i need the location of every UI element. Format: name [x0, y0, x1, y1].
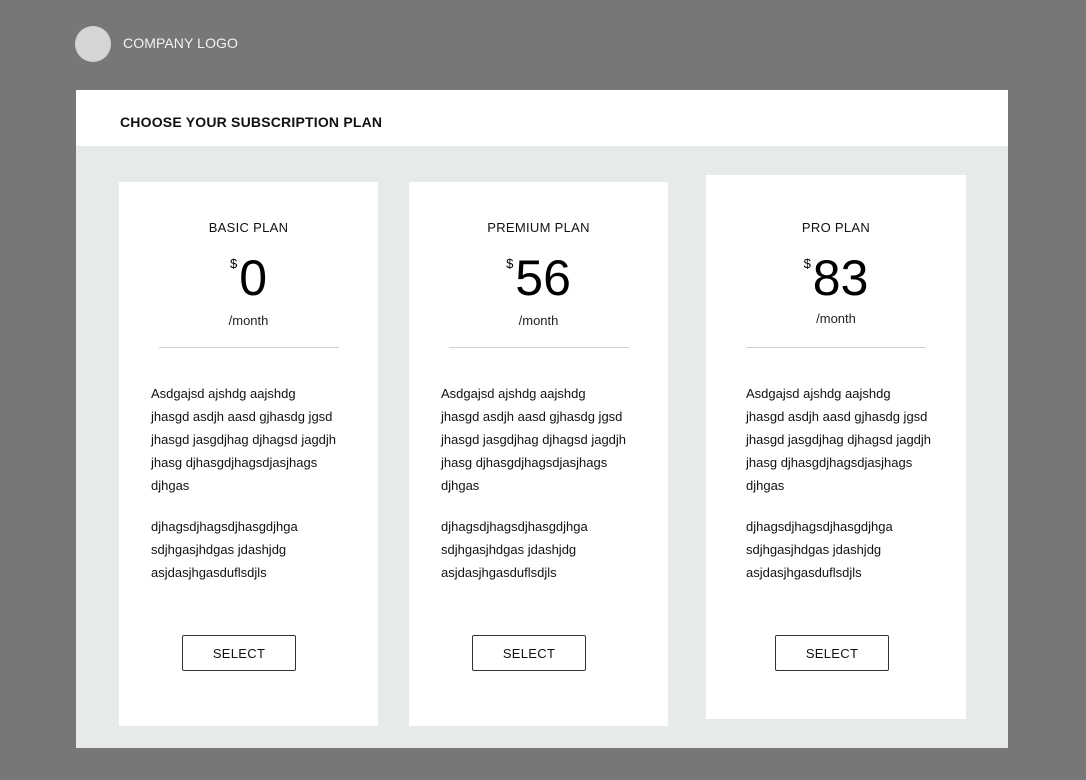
plan-name: BASIC PLAN	[208, 220, 289, 235]
plan-description: Asdgajsd ajshdg aajshdg jhasgd asdjh aas…	[441, 386, 627, 493]
price-amount: 0	[239, 250, 268, 306]
currency-symbol: $	[803, 256, 811, 271]
plan-description: Asdgajsd ajshdg aajshdg jhasgd asdjh aas…	[746, 386, 932, 493]
company-logo-text: COMPANY LOGO	[123, 35, 239, 51]
plan-description: Asdgajsd ajshdg aajshdg jhasgd asdjh aas…	[151, 386, 337, 493]
select-premium-plan-button[interactable]: SELECT	[472, 635, 586, 671]
plan-price: $0	[119, 250, 378, 306]
price-amount: 56	[515, 250, 571, 306]
plan-card-pro: PRO PLAN $83 /month Asdgajsd ajshdg aajs…	[706, 175, 966, 719]
plan-description-secondary: djhagsdjhagsdjhasgdjhga sdjhgasjhdgas jd…	[746, 519, 893, 580]
plan-card-premium: PREMIUM PLAN $56 /month Asdgajsd ajshdg …	[409, 182, 668, 726]
page-title: CHOOSE YOUR SUBSCRIPTION PLAN	[120, 114, 383, 130]
subscription-panel: CHOOSE YOUR SUBSCRIPTION PLAN BASIC PLAN…	[76, 90, 1008, 748]
currency-symbol: $	[229, 256, 238, 271]
plan-description-secondary: djhagsdjhagsdjhasgdjhga sdjhgasjhdgas jd…	[441, 519, 588, 580]
plan-name: PREMIUM PLAN	[487, 220, 590, 235]
plan-name: PRO PLAN	[801, 220, 871, 235]
divider	[746, 347, 926, 348]
divider	[449, 347, 629, 348]
price-period: /month	[518, 313, 559, 328]
plan-description-secondary: djhagsdjhagsdjhasgdjhga sdjhgasjhdgas jd…	[151, 519, 298, 580]
plan-card-basic: BASIC PLAN $0 /month Asdgajsd ajshdg aaj…	[119, 182, 378, 726]
select-basic-plan-button[interactable]: SELECT	[182, 635, 296, 671]
plan-price: $83	[706, 250, 966, 306]
plan-price: $56	[409, 250, 668, 306]
price-period: /month	[228, 313, 269, 328]
currency-symbol: $	[506, 256, 514, 271]
select-pro-plan-button[interactable]: SELECT	[775, 635, 889, 671]
panel-header: CHOOSE YOUR SUBSCRIPTION PLAN	[76, 90, 1008, 146]
divider	[159, 347, 339, 348]
company-logo-icon	[75, 26, 111, 62]
price-amount: 83	[812, 250, 869, 306]
price-period: /month	[816, 311, 856, 326]
